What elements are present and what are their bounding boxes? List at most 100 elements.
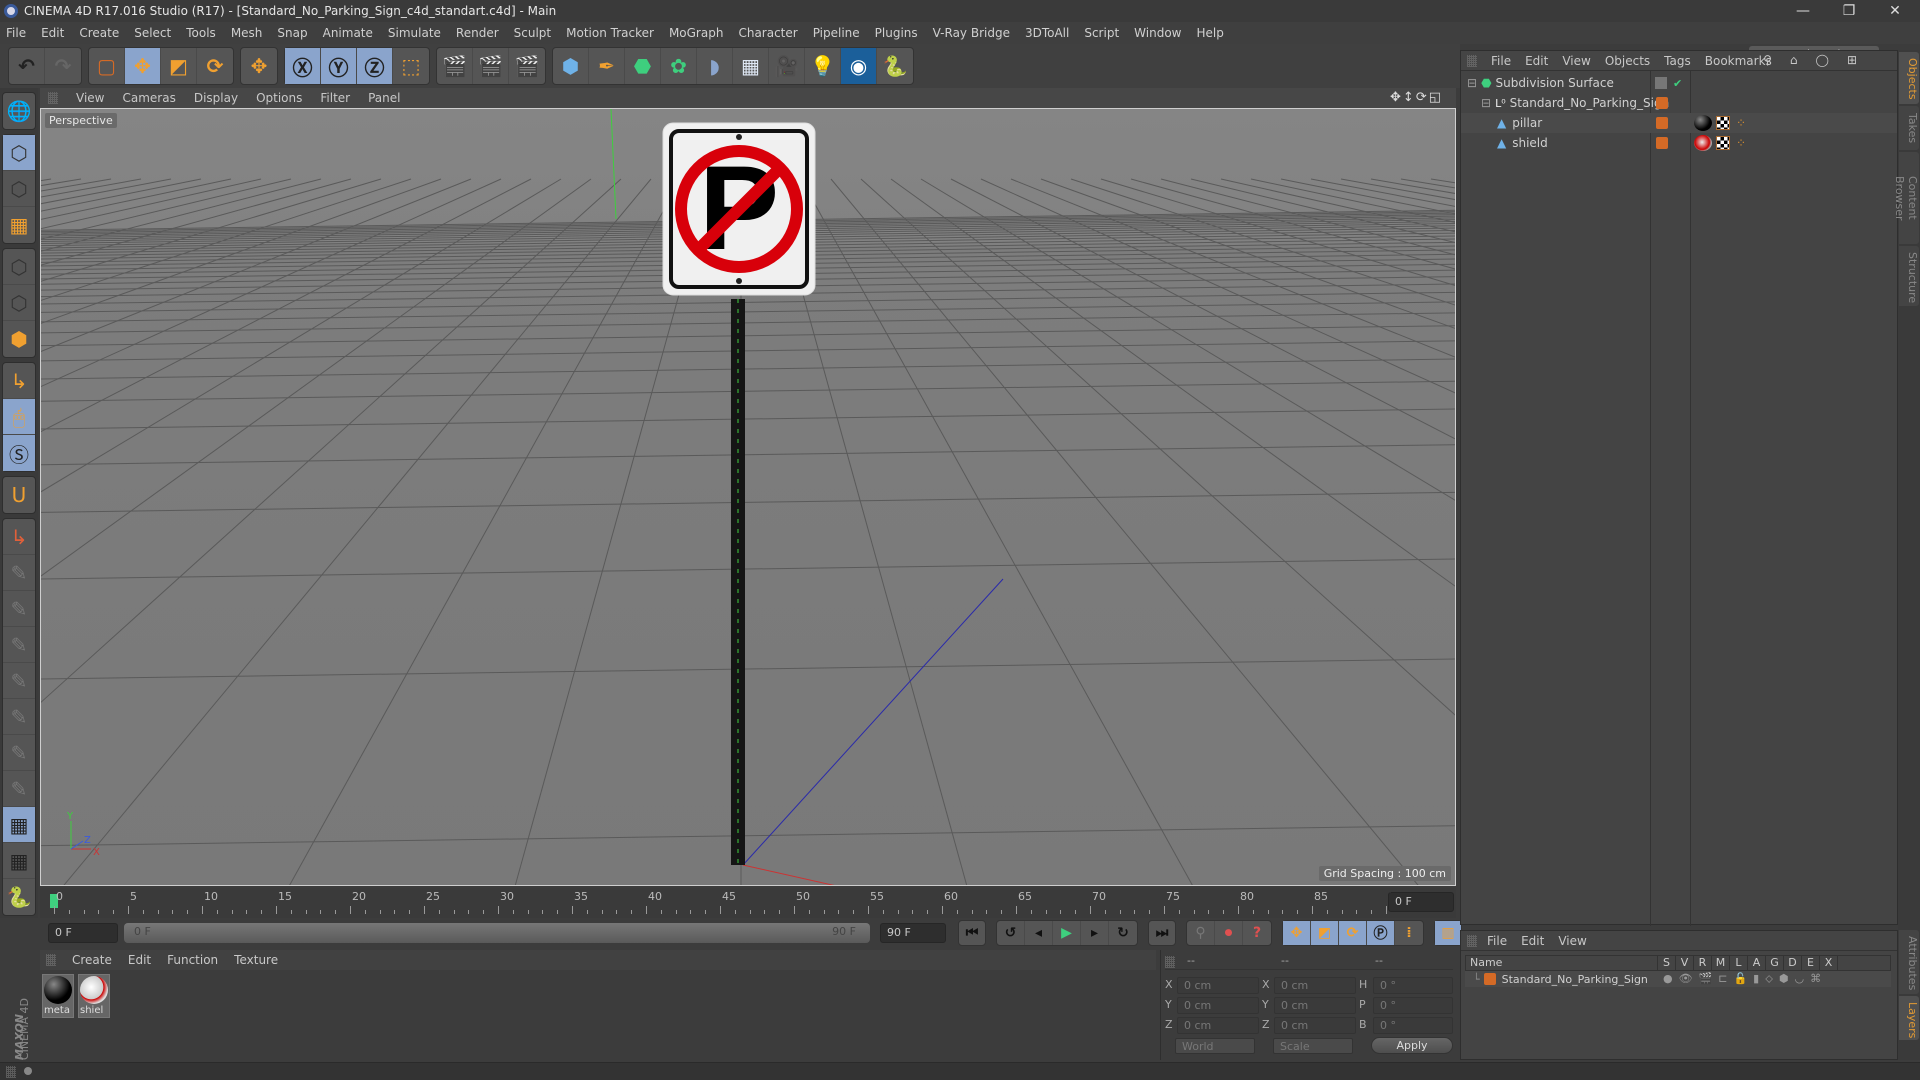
render-settings-icon[interactable]: 🎬 (509, 48, 545, 84)
lock-workplane-icon[interactable]: ▦ (3, 807, 35, 843)
col-expressions[interactable]: E (1802, 956, 1820, 970)
brush-chart-icon[interactable]: ✎ (3, 735, 35, 771)
object-row-subdivision[interactable]: ⊟ ⬣ Subdivision Surface ✔ (1461, 73, 1897, 93)
size-mode-dropdown[interactable]: Scale (1273, 1038, 1353, 1054)
move-tool-icon[interactable]: ✥ (125, 48, 161, 84)
model-mode-icon[interactable]: ⬡ (3, 135, 35, 171)
z-axis-lock-icon[interactable]: Ⓩ (357, 48, 393, 84)
home-icon[interactable]: ⌂ (1790, 53, 1802, 67)
orbit-icon[interactable]: ⟳ (1416, 90, 1429, 105)
end-frame-field[interactable]: 90 F (880, 923, 946, 943)
record-scale-icon[interactable]: ◩ (1311, 921, 1339, 945)
size-x-field[interactable]: 0 cm (1274, 977, 1356, 994)
object-row-sign[interactable]: ⊟ L⁰ Standard_No_Parking_Sign (1461, 93, 1897, 113)
tweak-mode-icon[interactable]: 🖱 (3, 399, 35, 435)
tab-structure[interactable]: Structure (1899, 246, 1919, 306)
cube-object-icon[interactable]: ⬢ (553, 48, 589, 84)
material-tag-shield-icon[interactable] (1694, 135, 1712, 151)
zoom-icon[interactable]: ↕ (1403, 90, 1416, 105)
python-icon[interactable]: 🐍 (877, 48, 913, 84)
layermenu-view[interactable]: View (1558, 934, 1586, 948)
texture-mode-icon[interactable]: ⬡ (3, 171, 35, 207)
layer-row[interactable]: └ Standard_No_Parking_Sign ●👁🎬⊏🔓▮⬦⬢◡⌘ (1465, 971, 1891, 987)
3d-viewport[interactable]: P Y X Z Perspective Grid Spacing : 100 c… (40, 108, 1456, 886)
pan-icon[interactable]: ✥ (1390, 90, 1403, 105)
y-axis-lock-icon[interactable]: Ⓨ (321, 48, 357, 84)
panel-grip-icon[interactable] (48, 92, 58, 104)
menu-window[interactable]: Window (1134, 26, 1181, 40)
layer-color-icon[interactable] (1656, 97, 1668, 109)
material-swatch-meta[interactable]: meta (42, 974, 74, 1018)
recent-move-icon[interactable]: ✥ (241, 48, 277, 84)
undo-icon[interactable]: ↶ (9, 48, 45, 84)
make-editable-icon[interactable]: 🌐 (3, 93, 35, 129)
viewport-menu-cameras[interactable]: Cameras (122, 91, 175, 105)
coord-system-dropdown[interactable]: World (1175, 1038, 1255, 1054)
tab-content-browser[interactable]: Content Browser (1893, 152, 1919, 244)
viewport-menu-panel[interactable]: Panel (368, 91, 400, 105)
rotation-b-field[interactable]: 0 ° (1373, 1017, 1453, 1034)
live-selection-icon[interactable]: ▢ (89, 48, 125, 84)
material-menu-texture[interactable]: Texture (234, 953, 278, 967)
floor-scene-icon[interactable]: ▦ (733, 48, 769, 84)
scale-tool-icon[interactable]: ◩ (161, 48, 197, 84)
new-window-icon[interactable]: ⊞ (1847, 53, 1861, 67)
solo-icon[interactable]: Ⓢ (3, 435, 35, 471)
objmenu-bookmarks[interactable]: Bookmarks (1705, 54, 1772, 68)
menu-sculpt[interactable]: Sculpt (514, 26, 551, 40)
subdivision-surface-icon[interactable]: ⬣ (625, 48, 661, 84)
material-tag-metal-icon[interactable] (1694, 115, 1712, 131)
menu-simulate[interactable]: Simulate (388, 26, 441, 40)
menu-animate[interactable]: Animate (323, 26, 373, 40)
menu-edit[interactable]: Edit (41, 26, 64, 40)
light-icon[interactable]: 💡 (805, 48, 841, 84)
brush-psr-icon[interactable]: ✎ (3, 663, 35, 699)
col-deformers[interactable]: D (1784, 956, 1802, 970)
expand-icon[interactable]: ⊟ (1481, 96, 1491, 110)
render-picture-viewer-icon[interactable]: 🎬 (473, 48, 509, 84)
panel-grip-icon[interactable] (6, 1066, 16, 1078)
minimize-button[interactable]: — (1780, 0, 1826, 22)
position-x-field[interactable]: 0 cm (1177, 977, 1259, 994)
workplane-axis-icon[interactable]: ↳ (3, 519, 35, 555)
current-frame-right-field[interactable]: 0 F (1388, 892, 1454, 912)
layer-icon[interactable] (1655, 77, 1667, 89)
next-frame-icon[interactable]: ▸ (1081, 921, 1109, 945)
points-mode-icon[interactable]: ⬡ (3, 249, 35, 285)
panel-grip-icon[interactable] (46, 954, 56, 966)
menu-snap[interactable]: Snap (277, 26, 307, 40)
panel-grip-icon[interactable] (1467, 54, 1477, 67)
col-generators[interactable]: G (1766, 956, 1784, 970)
start-frame-field[interactable]: 0 F (48, 923, 118, 943)
menu-3dtoall[interactable]: 3DToAll (1025, 26, 1069, 40)
go-to-start-icon[interactable]: ⏮ (959, 921, 985, 945)
viewport-menu-display[interactable]: Display (194, 91, 238, 105)
tab-layers[interactable]: Layers (1899, 996, 1919, 1040)
panel-grip-icon[interactable] (1165, 956, 1175, 968)
uvw-tag-icon[interactable] (1716, 116, 1730, 130)
record-parameter-icon[interactable]: Ⓟ (1367, 921, 1395, 945)
objmenu-file[interactable]: File (1491, 54, 1511, 68)
viewport-menu-options[interactable]: Options (256, 91, 302, 105)
rotation-h-field[interactable]: 0 ° (1373, 977, 1453, 994)
previous-frame-icon[interactable]: ◂ (1025, 921, 1053, 945)
menu-mesh[interactable]: Mesh (231, 26, 263, 40)
close-button[interactable]: ✕ (1872, 0, 1918, 22)
vray-icon[interactable]: ◉ (841, 48, 877, 84)
size-y-field[interactable]: 0 cm (1274, 997, 1356, 1014)
objmenu-view[interactable]: View (1562, 54, 1590, 68)
col-xref[interactable]: X (1820, 956, 1838, 970)
layer-toggle-icons[interactable]: ●👁🎬⊏🔓▮⬦⬢◡⌘ (1663, 972, 1827, 986)
rotation-p-field[interactable]: 0 ° (1373, 997, 1453, 1014)
menu-pipeline[interactable]: Pipeline (813, 26, 860, 40)
layermenu-edit[interactable]: Edit (1521, 934, 1544, 948)
pen-spline-icon[interactable]: ✒ (589, 48, 625, 84)
search-icon[interactable]: ⚲ (1763, 53, 1776, 67)
col-manager[interactable]: M (1712, 956, 1730, 970)
layer-color-icon[interactable] (1656, 137, 1668, 149)
menu-mograph[interactable]: MoGraph (669, 26, 724, 40)
brush-r-icon[interactable]: ✎ (3, 627, 35, 663)
menu-render[interactable]: Render (456, 26, 499, 40)
previous-key-icon[interactable]: ↺ (997, 921, 1025, 945)
phong-tag-icon[interactable]: ⁘ (1736, 136, 1746, 150)
